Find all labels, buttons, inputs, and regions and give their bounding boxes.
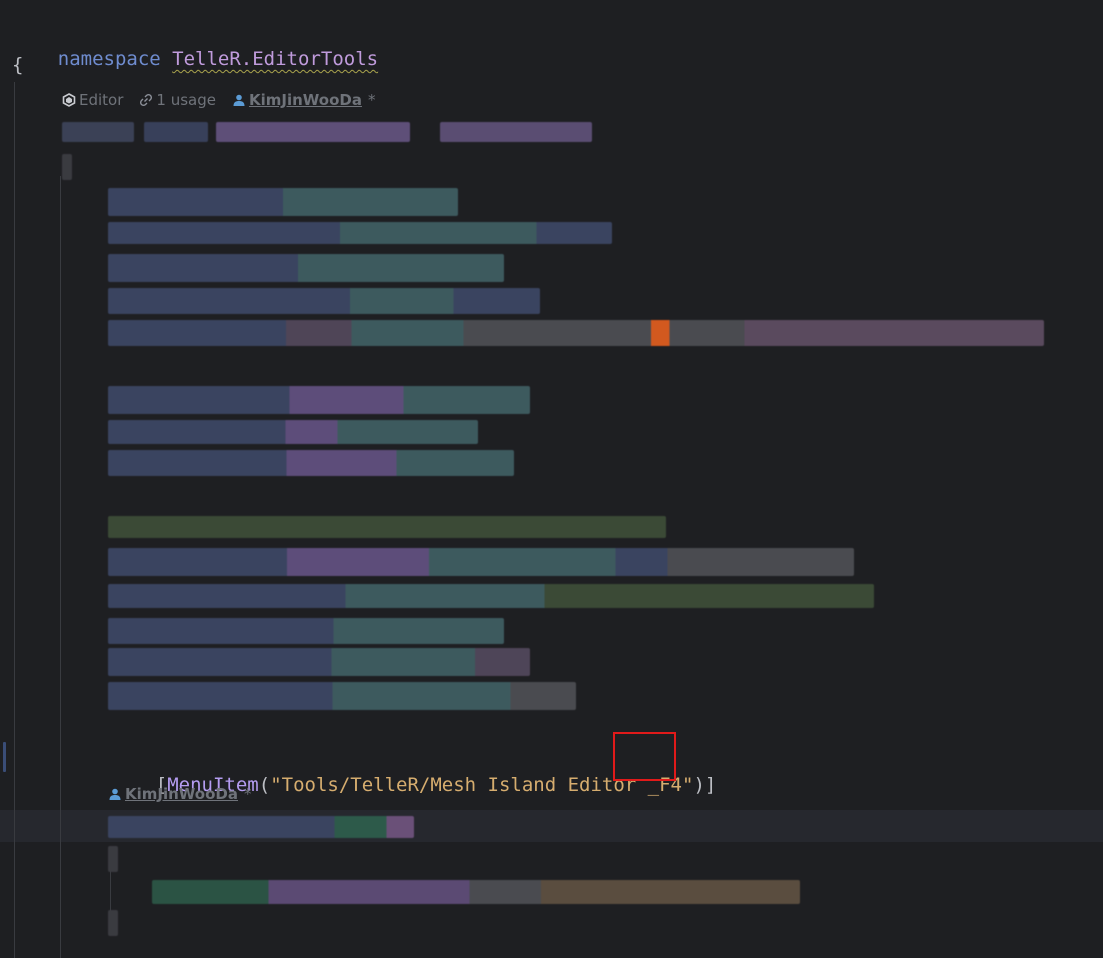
method-modified-marker: * xyxy=(244,785,252,803)
obscured-field xyxy=(108,450,514,476)
obscured-field xyxy=(108,548,854,576)
obscured-brace xyxy=(62,154,72,180)
indent-guide-class xyxy=(60,176,61,958)
shortcut-highlight-box xyxy=(613,732,676,781)
obscured-field xyxy=(108,288,540,314)
modified-marker: * xyxy=(367,91,376,109)
obscured-method-body xyxy=(152,880,800,904)
obscured-field xyxy=(108,618,504,644)
obscured-field xyxy=(108,420,478,444)
author-name: KimJinWooDa xyxy=(248,91,362,109)
obscured-field xyxy=(108,188,458,216)
code-editor[interactable]: namespace TelleR.EditorTools { Editor 1 … xyxy=(0,0,1103,958)
obscured-brace xyxy=(108,846,118,872)
link-icon xyxy=(140,93,153,107)
scope-label: Editor xyxy=(79,91,124,109)
scope-hint[interactable]: Editor xyxy=(62,90,123,110)
obscured-comment xyxy=(108,516,666,538)
obscured-field xyxy=(108,584,874,608)
obscured-field xyxy=(108,386,530,414)
unity-icon xyxy=(62,93,76,107)
obscured-base-class xyxy=(440,122,592,142)
code-line-namespace[interactable]: namespace TelleR.EditorTools xyxy=(12,20,378,70)
method-inlay-hint: KimJinWooDa * xyxy=(108,784,268,804)
namespace-name[interactable]: TelleR.EditorTools xyxy=(172,48,378,70)
obscured-class-modifier xyxy=(144,122,208,142)
obscured-class-declaration xyxy=(62,122,134,142)
obscured-field xyxy=(108,320,1044,346)
obscured-field xyxy=(108,222,612,244)
method-author-name: KimJinWooDa xyxy=(125,785,238,803)
obscured-class-name xyxy=(216,122,410,142)
attribute-close: )] xyxy=(693,774,717,796)
obscured-method-declaration xyxy=(108,816,414,838)
namespace-keyword: namespace xyxy=(57,48,161,70)
change-marker xyxy=(3,742,6,772)
usages-hint[interactable]: 1 usage xyxy=(139,90,216,110)
obscured-field xyxy=(108,254,504,282)
code-line-open-brace[interactable]: { xyxy=(12,52,23,78)
class-inlay-hint: Editor 1 usage KimJinWooDa * xyxy=(62,90,391,110)
indent-guide-outer xyxy=(14,82,15,958)
obscured-field xyxy=(108,648,530,676)
method-author-hint[interactable]: KimJinWooDa * xyxy=(108,784,252,804)
obscured-field xyxy=(108,682,576,710)
obscured-brace xyxy=(108,910,118,936)
usages-label: 1 usage xyxy=(156,91,216,109)
person-icon xyxy=(109,788,121,800)
author-hint[interactable]: KimJinWooDa * xyxy=(232,90,376,110)
person-icon xyxy=(233,94,245,106)
